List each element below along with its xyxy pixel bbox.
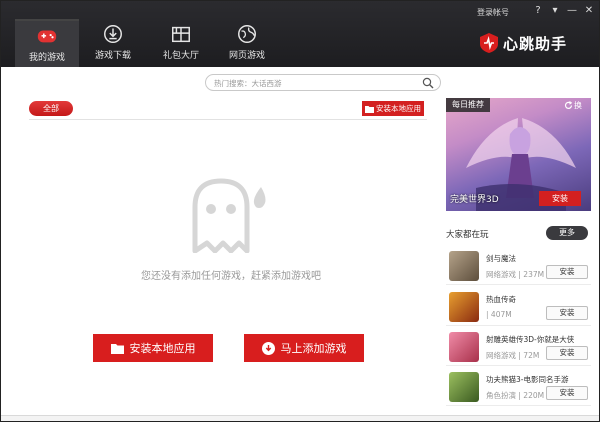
folder-icon bbox=[110, 343, 124, 354]
add-game-label: 马上添加游戏 bbox=[280, 342, 347, 355]
heartbeat-logo-icon bbox=[480, 33, 498, 53]
install-local-label: 安装本地应用 bbox=[376, 104, 421, 113]
tab-label: 游戏下载 bbox=[94, 51, 131, 61]
brand-name: 心跳助手 bbox=[503, 34, 568, 53]
game-size: 220M bbox=[523, 391, 545, 400]
game-meta: 网络游戏 | 237M bbox=[486, 270, 545, 279]
gift-icon bbox=[172, 26, 190, 43]
game-install-button[interactable]: 安装 bbox=[546, 386, 588, 400]
game-name: 射雕英雄传3D-你就是大侠 bbox=[486, 335, 575, 344]
game-list-item[interactable]: 功夫熊猫3-电影同名手游 角色扮演 | 220M 安装 bbox=[446, 368, 591, 406]
game-name: 功夫熊猫3-电影同名手游 bbox=[486, 375, 569, 384]
globe-icon bbox=[238, 25, 256, 43]
add-game-button[interactable]: 马上添加游戏 bbox=[244, 334, 364, 362]
search-input[interactable] bbox=[214, 77, 414, 89]
game-install-button[interactable]: 安装 bbox=[546, 346, 588, 360]
tab-my-games[interactable]: 我的游戏 bbox=[15, 19, 79, 67]
playing-section-title: 大家都在玩 bbox=[446, 230, 489, 240]
menu-button[interactable]: ▾ bbox=[548, 5, 562, 17]
filter-all-button[interactable]: 全部 bbox=[29, 101, 73, 116]
gamepad-icon bbox=[37, 30, 57, 43]
game-list-item[interactable]: 热血传奇 | 407M 安装 bbox=[446, 288, 591, 326]
game-size: 407M bbox=[490, 310, 512, 319]
top-bar: 我的游戏 游戏下载 礼包大厅 网页游戏 登录帐号 ? ▾ — ✕ 心跳助手 bbox=[1, 1, 599, 67]
refresh-label: 换 bbox=[574, 101, 582, 110]
featured-title: 完美世界3D bbox=[450, 195, 499, 205]
game-thumbnail bbox=[449, 332, 479, 362]
game-list-item[interactable]: 剑与魔法 网络游戏 | 237M 安装 bbox=[446, 247, 591, 285]
search-bar bbox=[205, 74, 441, 91]
game-category: 网络游戏 bbox=[486, 270, 516, 279]
tab-label: 我的游戏 bbox=[28, 53, 65, 63]
tab-game-download[interactable]: 游戏下载 bbox=[81, 19, 145, 67]
game-thumbnail bbox=[449, 372, 479, 402]
game-meta: | 407M bbox=[486, 310, 512, 319]
ghost-icon bbox=[192, 178, 266, 253]
game-list-item[interactable]: 射雕英雄传3D-你就是大侠 网络游戏 | 72M 安装 bbox=[446, 328, 591, 366]
tab-label: 网页游戏 bbox=[228, 51, 265, 61]
bottom-border bbox=[1, 415, 599, 421]
game-name: 热血传奇 bbox=[486, 295, 516, 304]
game-install-button[interactable]: 安装 bbox=[546, 306, 588, 320]
game-category: 网络游戏 bbox=[486, 351, 516, 360]
search-icon[interactable] bbox=[422, 77, 434, 89]
empty-state-message: 您还没有添加任何游戏，赶紧添加游戏吧 bbox=[141, 271, 321, 282]
featured-tag: 每日推荐 bbox=[446, 98, 490, 112]
game-category: 角色扮演 bbox=[486, 391, 516, 400]
game-size: 72M bbox=[523, 351, 540, 360]
brand: 心跳助手 bbox=[479, 31, 567, 55]
game-name: 剑与魔法 bbox=[486, 254, 516, 263]
folder-icon bbox=[365, 105, 374, 113]
close-button[interactable]: ✕ bbox=[582, 5, 596, 17]
divider bbox=[29, 119, 427, 120]
tab-gift-hall[interactable]: 礼包大厅 bbox=[149, 19, 213, 67]
install-local-label: 安装本地应用 bbox=[129, 342, 196, 355]
minimize-button[interactable]: — bbox=[565, 5, 579, 17]
game-thumbnail bbox=[449, 292, 479, 322]
game-install-button[interactable]: 安装 bbox=[546, 265, 588, 279]
more-button[interactable]: 更多 bbox=[546, 226, 588, 240]
game-meta: 角色扮演 | 220M bbox=[486, 391, 545, 400]
download-icon bbox=[104, 25, 122, 43]
tab-web-games[interactable]: 网页游戏 bbox=[215, 19, 279, 67]
game-size: 237M bbox=[523, 270, 545, 279]
featured-install-button[interactable]: 安装 bbox=[539, 191, 581, 206]
tab-label: 礼包大厅 bbox=[162, 51, 199, 61]
install-local-app-button[interactable]: 安装本地应用 bbox=[93, 334, 213, 362]
game-meta: 网络游戏 | 72M bbox=[486, 351, 540, 360]
login-link[interactable]: 登录帐号 bbox=[477, 7, 509, 18]
install-local-app-button-small[interactable]: 安装本地应用 bbox=[362, 101, 424, 116]
refresh-button[interactable]: 换 bbox=[564, 100, 588, 111]
game-thumbnail bbox=[449, 251, 479, 281]
help-button[interactable]: ? bbox=[531, 5, 545, 17]
download-circle-icon bbox=[261, 341, 275, 355]
app-window: 我的游戏 游戏下载 礼包大厅 网页游戏 登录帐号 ? ▾ — ✕ 心跳助手 热门… bbox=[0, 0, 600, 422]
refresh-icon bbox=[564, 101, 573, 109]
